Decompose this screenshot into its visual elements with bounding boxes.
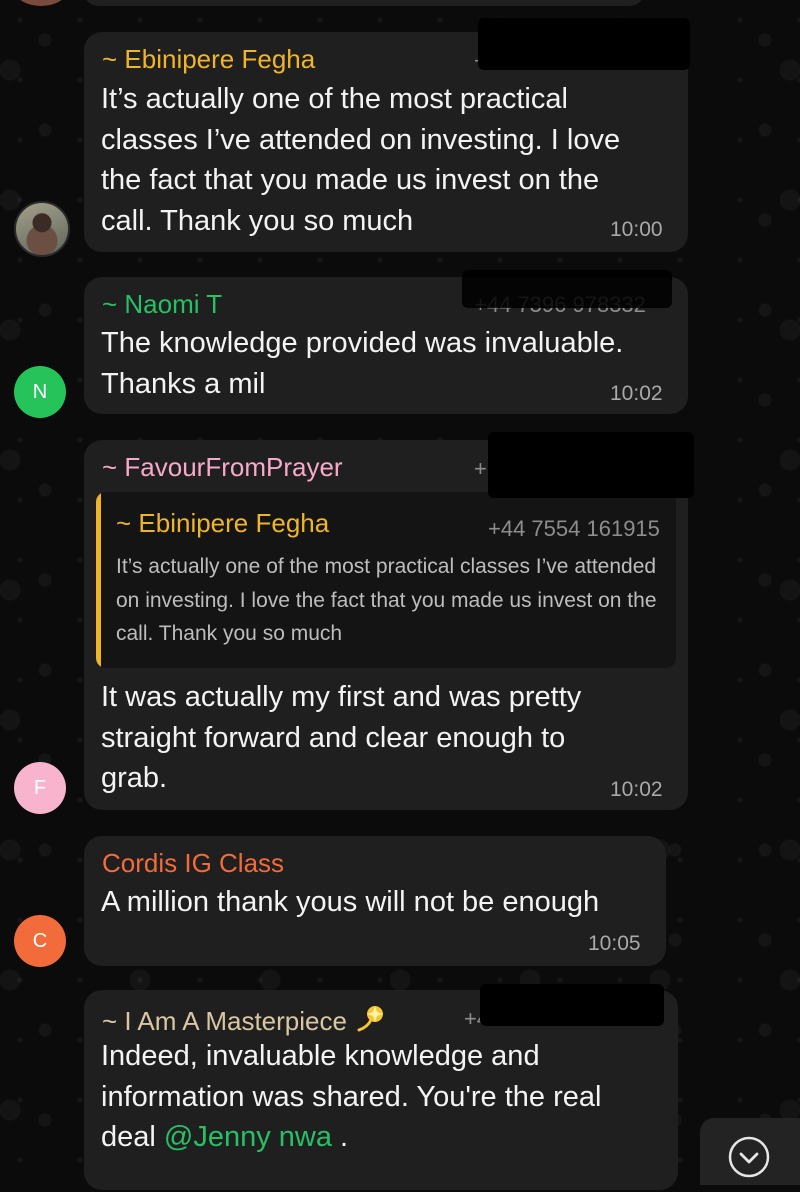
message-text-end: . bbox=[331, 1121, 349, 1153]
message-bubble-previous[interactable] bbox=[84, 0, 644, 6]
avatar-letter: N bbox=[32, 380, 48, 403]
message-time: 10:02 bbox=[610, 778, 663, 801]
message-text: A million thank yous will not be enough bbox=[101, 886, 600, 918]
avatar-letter: F bbox=[33, 776, 47, 799]
redaction-box bbox=[462, 270, 672, 308]
message-bubble-cordis[interactable]: Cordis IG Class A million thank yous wil… bbox=[84, 836, 666, 966]
sender-name[interactable]: Cordis IG Class bbox=[102, 848, 284, 879]
message-time: 10:00 bbox=[610, 218, 663, 241]
redaction-box bbox=[478, 18, 690, 70]
avatar-ebinipere[interactable] bbox=[14, 201, 70, 257]
avatar-cordis[interactable]: C bbox=[14, 915, 66, 967]
avatar-favour[interactable]: F bbox=[14, 762, 66, 814]
avatar-naomi[interactable]: N bbox=[14, 366, 66, 418]
redaction-box bbox=[488, 432, 694, 498]
sender-name[interactable]: ~ FavourFromPrayer bbox=[102, 452, 343, 483]
quoted-text: It’s actually one of the most practical … bbox=[116, 555, 657, 645]
sender-name[interactable]: ~ Ebinipere Fegha bbox=[102, 44, 315, 75]
scroll-down-button[interactable] bbox=[700, 1118, 800, 1185]
chevron-down-circle-icon bbox=[728, 1136, 770, 1178]
quoted-message[interactable]: ~ Ebinipere Fegha +44 7554 161915 It’s a… bbox=[96, 492, 676, 668]
message-text: It was actually my first and was pretty … bbox=[101, 681, 582, 794]
message-text: The knowledge provided was invaluable. T… bbox=[101, 327, 624, 400]
quote-bar bbox=[96, 492, 101, 668]
message-time: 10:05 bbox=[588, 932, 641, 955]
quoted-phone: +44 7554 161915 bbox=[488, 516, 660, 541]
sender-name[interactable]: ~ Naomi T bbox=[102, 289, 222, 320]
mention-link[interactable]: @Jenny nwa bbox=[164, 1121, 332, 1153]
avatar-letter: C bbox=[32, 929, 48, 952]
sender-name-text: ~ I Am A Masterpiece bbox=[102, 1006, 347, 1036]
redaction-box bbox=[480, 984, 664, 1026]
sender-phone: + bbox=[474, 456, 487, 481]
message-text: Indeed, invaluable knowledge and informa… bbox=[101, 1036, 676, 1158]
message-time: 10:02 bbox=[610, 382, 663, 405]
message-text: It’s actually one of the most practical … bbox=[101, 83, 621, 237]
quoted-sender: ~ Ebinipere Fegha bbox=[116, 508, 330, 538]
